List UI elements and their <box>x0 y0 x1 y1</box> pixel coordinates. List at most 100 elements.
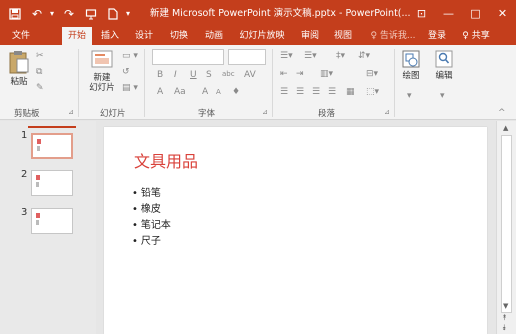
thumbnail-title-mark <box>36 213 40 218</box>
font-size-select[interactable] <box>228 49 266 65</box>
italic-button[interactable]: I <box>174 70 177 80</box>
share-button[interactable]: ♀ 共享 <box>456 27 496 45</box>
smartart-icon[interactable]: ▦ <box>346 87 355 97</box>
char-spacing-icon[interactable]: AV <box>244 70 256 80</box>
quick-access-toolbar: ↶ ▾ ↷ ▾ <box>0 0 136 27</box>
font-color-button[interactable]: A <box>157 87 163 97</box>
collapse-ribbon-icon[interactable]: ^ <box>498 108 506 118</box>
drawing-button[interactable]: 绘图 <box>398 49 424 81</box>
thumbnail-title-mark <box>36 175 40 180</box>
new-slide-icon <box>91 50 113 68</box>
thumbnail-text-mark <box>37 146 40 151</box>
slide-thumbnail-3[interactable] <box>31 208 73 234</box>
font-launcher-icon[interactable]: ⊿ <box>262 108 268 116</box>
thumbnail-insertion-marker <box>28 126 76 128</box>
slide-thumbnail-1[interactable] <box>31 133 73 159</box>
vertical-scrollbar[interactable]: ▲ ▼ ⯭ ⯯ <box>496 121 516 334</box>
present-icon[interactable] <box>82 5 100 23</box>
align-left-icon[interactable]: ☰ <box>280 87 288 97</box>
align-text-icon[interactable]: ⊟▾ <box>366 69 378 79</box>
scroll-up-icon[interactable]: ▲ <box>503 124 508 132</box>
undo-dropdown-icon[interactable]: ▾ <box>50 9 54 18</box>
section-icon[interactable]: ▤ ▾ <box>122 83 138 93</box>
divider <box>394 49 395 117</box>
tab-home[interactable]: 开始 <box>62 27 92 45</box>
title-bar: ↶ ▾ ↷ ▾ 新建 Microsoft PowerPoint 演示文稿.ppt… <box>0 0 516 27</box>
customize-qa-icon[interactable]: ▾ <box>126 9 130 18</box>
search-icon <box>435 50 453 68</box>
slide-title[interactable]: 文具用品 <box>134 148 198 172</box>
tab-animations[interactable]: 动画 <box>201 27 227 45</box>
save-icon[interactable] <box>6 5 24 23</box>
copy-icon[interactable]: ⧉ <box>36 67 42 77</box>
minimize-button[interactable]: — <box>435 0 462 27</box>
new-file-icon[interactable] <box>104 5 122 23</box>
strikethrough-button[interactable]: abc <box>222 70 235 78</box>
font-group-label: 字体 <box>198 109 216 119</box>
tab-file[interactable]: 文件 <box>6 27 36 45</box>
tell-me-box[interactable]: ♀ 告诉我... <box>366 27 420 45</box>
bullets-icon[interactable]: ☰▾ <box>280 51 293 61</box>
bullet-item[interactable]: 笔记本 <box>132 218 171 234</box>
increase-font-size-button[interactable]: A <box>202 87 208 97</box>
tab-design[interactable]: 设计 <box>131 27 157 45</box>
decrease-font-size-button[interactable]: A <box>216 88 221 96</box>
ribbon-tabs: 文件 开始 插入 设计 切换 动画 幻灯片放映 审阅 视图 ♀ 告诉我... 登… <box>0 27 516 45</box>
increase-indent-icon[interactable]: ⇥ <box>296 69 304 79</box>
clipboard-launcher-icon[interactable]: ⊿ <box>68 108 74 116</box>
close-button[interactable]: ✕ <box>489 0 516 27</box>
tab-insert[interactable]: 插入 <box>97 27 123 45</box>
font-family-select[interactable] <box>152 49 224 65</box>
layout-icon[interactable]: ▭ ▾ <box>122 51 138 61</box>
slides-group-label: 幻灯片 <box>100 109 126 119</box>
line-spacing-icon[interactable]: ‡▾ <box>336 51 345 61</box>
undo-icon[interactable]: ↶ <box>28 5 46 23</box>
tab-view[interactable]: 视图 <box>330 27 356 45</box>
slide-number: 2 <box>21 169 28 180</box>
paragraph-launcher-icon[interactable]: ⊿ <box>384 108 390 116</box>
drawing-dropdown-icon[interactable]: ▾ <box>407 91 412 101</box>
bold-button[interactable]: B <box>157 70 163 80</box>
format-painter-icon[interactable]: ✎ <box>36 83 44 93</box>
sign-in-link[interactable]: 登录 <box>424 27 450 45</box>
justify-icon[interactable]: ☰ <box>328 87 336 97</box>
bullet-item[interactable]: 铅笔 <box>132 186 171 202</box>
bullet-item[interactable]: 尺子 <box>132 234 171 250</box>
previous-slide-icon[interactable]: ⯭ <box>502 313 507 323</box>
underline-button[interactable]: U <box>190 70 197 80</box>
columns-icon[interactable]: ▥▾ <box>320 69 333 79</box>
slide-canvas[interactable]: 文具用品 铅笔 橡皮 笔记本 尺子 <box>104 127 487 334</box>
bullet-item[interactable]: 橡皮 <box>132 202 171 218</box>
decrease-indent-icon[interactable]: ⇤ <box>280 69 288 79</box>
text-direction-icon[interactable]: ⇵▾ <box>358 51 370 61</box>
scroll-down-icon[interactable]: ▼ <box>503 302 508 310</box>
thumbnail-text-mark <box>36 182 39 187</box>
redo-icon[interactable]: ↷ <box>60 5 78 23</box>
clear-formatting-icon[interactable]: ♦ <box>232 87 240 97</box>
align-center-icon[interactable]: ☰ <box>296 87 304 97</box>
ribbon: 粘贴 ✂ ⧉ ✎ 剪贴板 ⊿ 新建 幻灯片 ▭ ▾ ↺ ▤ ▾ 幻灯片 B I … <box>0 45 516 120</box>
slide-thumbnail-2[interactable] <box>31 170 73 196</box>
cut-icon[interactable]: ✂ <box>36 51 44 61</box>
paragraph-group-label: 段落 <box>318 109 336 119</box>
maximize-button[interactable]: □ <box>462 0 489 27</box>
change-case-button[interactable]: Aa <box>174 87 186 97</box>
align-right-icon[interactable]: ☰ <box>312 87 320 97</box>
clipboard-icon <box>9 51 29 74</box>
slide-number: 3 <box>21 207 28 218</box>
numbering-icon[interactable]: ☰▾ <box>304 51 317 61</box>
tab-review[interactable]: 审阅 <box>297 27 323 45</box>
tab-slideshow[interactable]: 幻灯片放映 <box>234 27 290 45</box>
editing-dropdown-icon[interactable]: ▾ <box>440 91 445 101</box>
smartart-convert-icon[interactable]: ⬚▾ <box>366 87 379 97</box>
reset-icon[interactable]: ↺ <box>122 67 130 77</box>
next-slide-icon[interactable]: ⯯ <box>502 323 507 333</box>
slide-bullet-list[interactable]: 铅笔 橡皮 笔记本 尺子 <box>132 186 171 250</box>
shadow-button[interactable]: S <box>206 70 212 80</box>
paste-button[interactable]: 粘贴 <box>6 49 32 87</box>
ribbon-display-options-icon[interactable]: ⊡ <box>408 0 435 27</box>
editing-button[interactable]: 编辑 <box>431 49 457 81</box>
tab-transitions[interactable]: 切换 <box>166 27 192 45</box>
scrollbar-thumb[interactable] <box>501 135 512 313</box>
new-slide-button[interactable]: 新建 幻灯片 <box>84 49 120 93</box>
